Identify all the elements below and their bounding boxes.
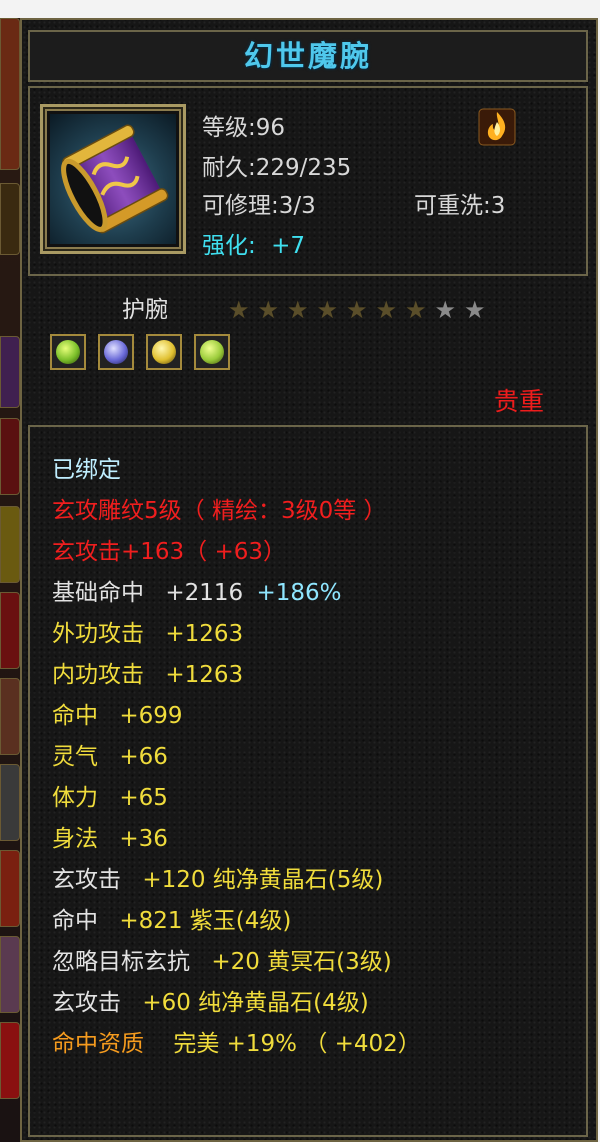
agility-label: 身法 <box>52 826 98 852</box>
gem-bonus-2: 命中 +821 紫玉(4级) <box>52 906 291 936</box>
side-tab-4[interactable] <box>0 506 20 583</box>
gem-bonus-1-value: +120 纯净黄晶石(5级) <box>142 867 384 893</box>
bracer-icon <box>61 124 169 234</box>
outer-attack-label: 外功攻击 <box>52 621 144 647</box>
gem-bonus-4-value: +60 纯净黄晶石(4级) <box>142 990 369 1016</box>
gem-slot-1[interactable] <box>50 334 86 370</box>
hit-line: 命中 +699 <box>52 701 182 731</box>
gem-bonus-2-attr: 命中 <box>52 908 98 934</box>
xuan-attack-line: 玄攻击+163（ +63） <box>52 539 287 565</box>
inner-attack-line: 内功攻击 +1263 <box>52 660 243 690</box>
inner-attack-value: +1263 <box>165 662 244 688</box>
side-tab-10[interactable] <box>0 1022 20 1099</box>
spirit-line: 灵气 +66 <box>52 742 168 772</box>
gem-slot-4[interactable] <box>194 334 230 370</box>
star-filled-icon: ★ <box>375 296 398 324</box>
side-tab-8[interactable] <box>0 850 20 927</box>
stamina-value: +65 <box>119 785 168 811</box>
star-empty-icon: ★ <box>434 296 457 324</box>
item-name: 幻世魔腕 <box>243 39 372 73</box>
aptitude-value: 完美 +19% （ +402） <box>173 1031 421 1057</box>
stamina-label: 体力 <box>52 785 98 811</box>
side-tab-5[interactable] <box>0 592 20 669</box>
side-tab-1[interactable] <box>0 183 20 255</box>
aptitude-label: 命中资质 <box>52 1031 144 1057</box>
gem-bonus-4-attr: 玄攻击 <box>52 990 121 1016</box>
gem-slot-2[interactable] <box>98 334 134 370</box>
gem-icon <box>200 340 224 364</box>
item-strengthen: 强化: +7 <box>202 226 305 260</box>
gem-bonus-1: 玄攻击 +120 纯净黄晶石(5级) <box>52 865 383 895</box>
star-filled-icon: ★ <box>257 296 280 324</box>
item-repairable: 可修理:3/3 <box>202 193 316 219</box>
item-level: 等级:96 <box>202 115 286 141</box>
carve-line: 玄攻雕纹5级（ 精绘：3级0等 ） <box>52 498 387 524</box>
item-title-bar: 幻世魔腕 <box>28 30 588 82</box>
star-filled-icon: ★ <box>346 296 368 324</box>
base-hit-line: 基础命中 +2116 +186% <box>52 578 341 608</box>
agility-line: 身法 +36 <box>52 824 168 854</box>
hit-label: 命中 <box>52 703 98 729</box>
agility-value: +36 <box>119 826 168 852</box>
hit-value: +699 <box>119 703 183 729</box>
item-icon-frame[interactable] <box>40 104 186 254</box>
item-description: 已绑定 玄攻雕纹5级（ 精绘：3级0等 ） 玄攻击+163（ +63） 基础命中… <box>28 425 588 1137</box>
stamina-line: 体力 +65 <box>52 783 168 813</box>
strengthen-value: +7 <box>271 233 305 259</box>
side-tab-9[interactable] <box>0 936 20 1013</box>
outer-attack-value: +1263 <box>165 621 244 647</box>
star-filled-icon: ★ <box>316 296 339 324</box>
gem-bonus-4: 玄攻击 +60 纯净黄晶石(4级) <box>52 988 369 1018</box>
side-tab-3[interactable] <box>0 418 20 495</box>
outer-attack-line: 外功攻击 +1263 <box>52 619 243 649</box>
strengthen-label: 强化: <box>202 233 256 259</box>
inner-attack-label: 内功攻击 <box>52 662 144 688</box>
star-empty-icon: ★ <box>464 296 486 324</box>
base-hit-value: +2116 <box>165 580 244 606</box>
gem-slot-3[interactable] <box>146 334 182 370</box>
base-hit-label: 基础命中 <box>52 580 144 606</box>
bound-status: 已绑定 <box>52 457 121 483</box>
gem-bonus-3-attr: 忽略目标玄抗 <box>52 949 190 975</box>
side-portrait[interactable] <box>0 18 20 170</box>
item-tooltip: 幻世魔腕 等级:96 耐久:229/235 可修理:3/3 可重洗:3 强化: … <box>20 18 598 1142</box>
star-filled-icon: ★ <box>287 296 309 324</box>
item-type: 护腕 <box>122 297 168 323</box>
spirit-value: +66 <box>119 744 168 770</box>
flame-icon[interactable] <box>478 108 516 146</box>
gem-icon <box>104 340 128 364</box>
base-hit-pct: +186% <box>256 580 342 606</box>
star-filled-icon: ★ <box>405 296 427 324</box>
gem-bonus-1-attr: 玄攻击 <box>52 867 121 893</box>
spirit-label: 灵气 <box>52 744 98 770</box>
item-durability: 耐久:229/235 <box>202 155 352 181</box>
star-filled-icon: ★ <box>228 296 250 324</box>
item-header: 等级:96 耐久:229/235 可修理:3/3 可重洗:3 强化: +7 <box>28 86 588 276</box>
gem-icon <box>152 340 176 364</box>
gem-icon <box>56 340 80 364</box>
gem-bonus-2-value: +821 紫玉(4级) <box>119 908 292 934</box>
side-tab-7[interactable] <box>0 764 20 841</box>
side-tab-2[interactable] <box>0 336 20 408</box>
gem-bonus-3: 忽略目标玄抗 +20 黄冥石(3级) <box>52 947 392 977</box>
aptitude-line: 命中资质 完美 +19% （ +402） <box>52 1029 421 1059</box>
item-rewash: 可重洗:3 <box>414 193 506 219</box>
side-tab-6[interactable] <box>0 678 20 755</box>
gem-bonus-3-value: +20 黄冥石(3级) <box>211 949 392 975</box>
side-strip <box>0 18 20 1142</box>
item-rarity: 贵重 <box>494 387 545 416</box>
